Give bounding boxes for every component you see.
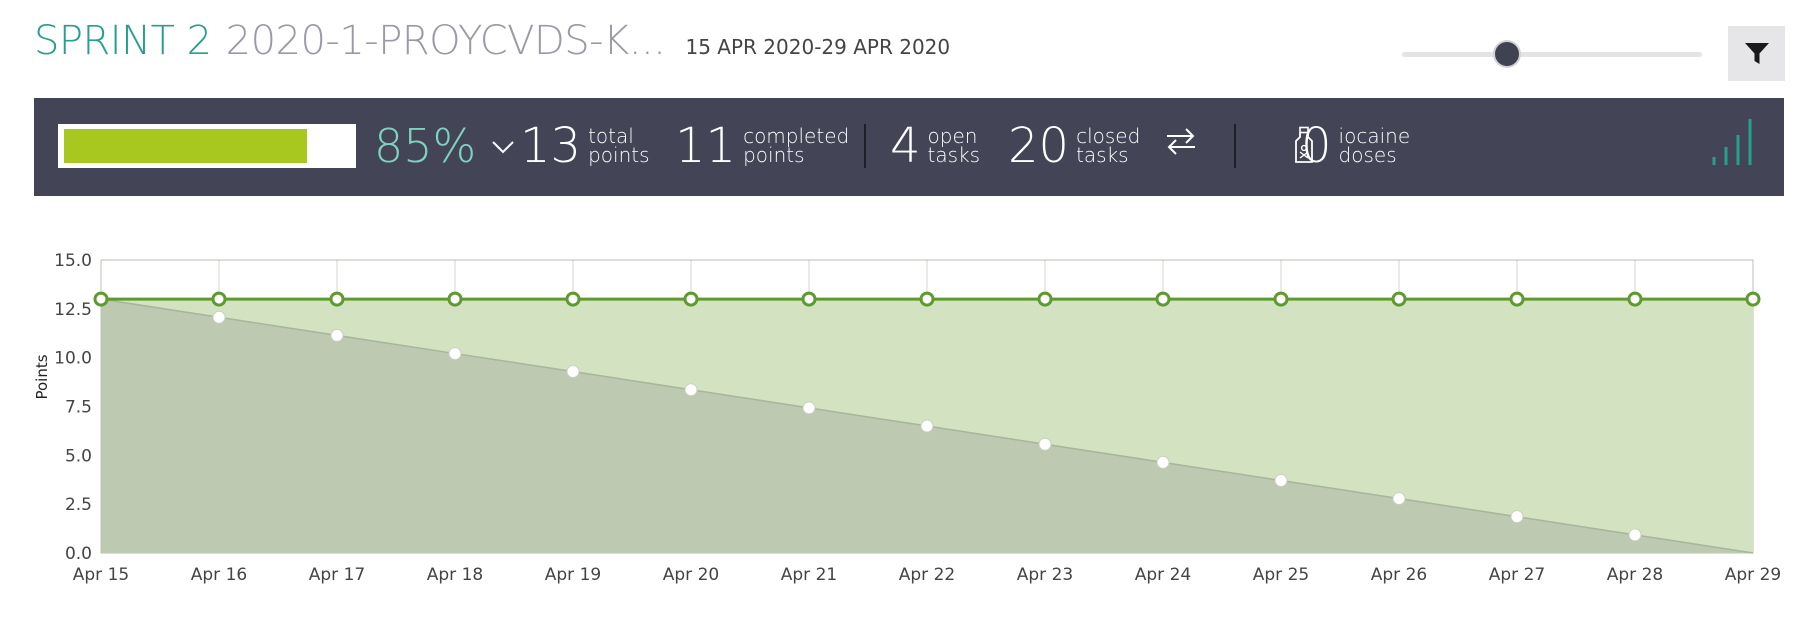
x-tick-label: Apr 17 xyxy=(309,565,365,585)
iocaine-doses-label: iocaine doses xyxy=(1338,124,1411,167)
x-tick-label: Apr 25 xyxy=(1253,565,1309,585)
iocaine-doses-value: 0 xyxy=(1301,118,1332,174)
y-axis-title: Points xyxy=(33,354,51,399)
real-point xyxy=(1509,291,1525,307)
real-point xyxy=(1391,291,1407,307)
completed-points-stat: 11 completed points xyxy=(675,118,849,174)
chevron-down-icon[interactable] xyxy=(490,134,516,160)
zoom-slider-knob[interactable] xyxy=(1495,42,1519,66)
sprint-date-range: 15 APR 2020-29 APR 2020 xyxy=(685,35,951,59)
real-point xyxy=(1627,291,1643,307)
x-tick-label: Apr 18 xyxy=(427,565,483,585)
real-point xyxy=(329,291,345,307)
x-tick-label: Apr 24 xyxy=(1135,565,1191,585)
x-tick-label: Apr 21 xyxy=(781,565,837,585)
y-tick-label: 5.0 xyxy=(65,446,92,466)
sprint-summary-bar: 85% 13 total points 11 completed points 4 … xyxy=(34,98,1784,196)
y-tick-label: 15.0 xyxy=(54,251,92,271)
optimal-point xyxy=(920,419,934,433)
sprint-header: SPRINT 2 2020-1-PROYCVDS-K... 15 APR 202… xyxy=(34,18,950,74)
progress-percent: 85% xyxy=(374,119,477,173)
y-tick-label: 2.5 xyxy=(65,495,92,515)
optimal-point xyxy=(802,401,816,415)
closed-tasks-label: closed tasks xyxy=(1076,124,1141,167)
x-tick-label: Apr 27 xyxy=(1489,565,1545,585)
real-point xyxy=(447,291,463,307)
y-tick-label: 10.0 xyxy=(54,349,92,369)
optimal-point xyxy=(212,310,226,324)
zoom-slider-track[interactable] xyxy=(1402,52,1702,57)
swap-arrows-icon[interactable] xyxy=(1164,124,1198,158)
real-point xyxy=(1745,291,1761,307)
progress-bar-fill xyxy=(64,129,308,163)
divider xyxy=(864,124,866,168)
closed-tasks-stat: 20 closed tasks xyxy=(1008,118,1140,174)
y-tick-label: 0.0 xyxy=(65,544,92,564)
real-point xyxy=(1037,291,1053,307)
x-tick-label: Apr 20 xyxy=(663,565,719,585)
real-point xyxy=(211,291,227,307)
optimal-point xyxy=(1392,492,1406,506)
real-point xyxy=(1155,291,1171,307)
progress-bar xyxy=(58,124,356,168)
real-point xyxy=(1273,291,1289,307)
open-tasks-label: open tasks xyxy=(927,124,981,167)
optimal-point xyxy=(684,383,698,397)
iocaine-doses-stat: 0 iocaine doses xyxy=(1301,118,1410,174)
optimal-point xyxy=(330,328,344,342)
open-tasks-stat: 4 open tasks xyxy=(890,118,980,174)
zoom-slider[interactable] xyxy=(1402,40,1702,70)
x-tick-label: Apr 28 xyxy=(1607,565,1663,585)
x-tick-label: Apr 26 xyxy=(1371,565,1427,585)
divider xyxy=(1234,124,1236,168)
project-name[interactable]: 2020-1-PROYCVDS-K... xyxy=(226,18,666,64)
filter-button[interactable] xyxy=(1728,26,1785,81)
x-tick-label: Apr 19 xyxy=(545,565,601,585)
bar-signal-icon[interactable] xyxy=(1710,115,1762,169)
open-tasks-value: 4 xyxy=(890,118,921,174)
optimal-point xyxy=(1274,474,1288,488)
filter-icon xyxy=(1744,42,1769,64)
optimal-point xyxy=(1038,437,1052,451)
y-tick-label: 12.5 xyxy=(54,300,92,320)
x-tick-label: Apr 16 xyxy=(191,565,247,585)
real-point xyxy=(565,291,581,307)
optimal-point xyxy=(1510,510,1524,524)
y-tick-label: 7.5 xyxy=(65,398,92,418)
completed-points-label: completed points xyxy=(743,124,850,167)
x-tick-label: Apr 22 xyxy=(899,565,955,585)
optimal-point xyxy=(1156,455,1170,469)
optimal-point xyxy=(448,347,462,361)
real-point xyxy=(93,291,109,307)
optimal-point xyxy=(1628,528,1642,542)
optimal-point xyxy=(566,365,580,379)
x-tick-label: Apr 29 xyxy=(1725,565,1781,585)
total-points-stat: 13 total points xyxy=(520,118,650,174)
completed-points-value: 11 xyxy=(675,118,737,174)
sprint-name[interactable]: SPRINT 2 xyxy=(34,18,212,64)
total-points-value: 13 xyxy=(520,118,582,174)
real-point xyxy=(683,291,699,307)
closed-tasks-value: 20 xyxy=(1008,118,1070,174)
real-point xyxy=(801,291,817,307)
real-point xyxy=(919,291,935,307)
total-points-label: total points xyxy=(588,124,650,167)
x-tick-label: Apr 23 xyxy=(1017,565,1073,585)
x-tick-label: Apr 15 xyxy=(73,565,129,585)
burndown-chart: 0.0 2.5 5.0 7.5 10.0 12.5 15.0 Apr 15 Apr 16 Apr … xyxy=(33,251,1781,585)
